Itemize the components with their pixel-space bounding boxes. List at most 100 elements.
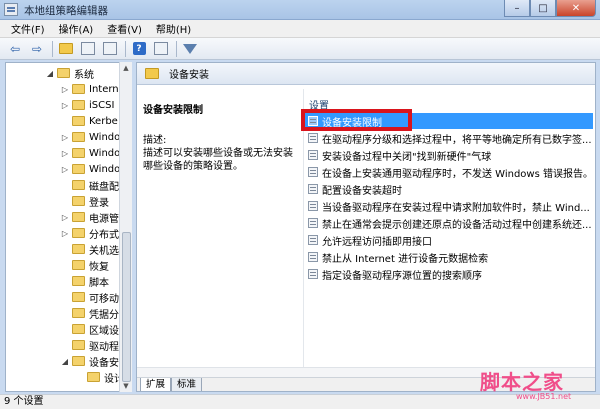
tree-item[interactable]: ▷ Windo: [61, 145, 120, 161]
tree-item-label: 电源管: [89, 213, 119, 225]
show-hide-tree-icon[interactable]: [79, 41, 97, 57]
folder-icon: [72, 132, 85, 142]
setting-row[interactable]: 配置设备安装超时: [305, 181, 593, 197]
help-icon[interactable]: ?: [130, 41, 148, 57]
tree-item-label: 可移动: [89, 293, 119, 305]
tab-standard[interactable]: 标准: [171, 378, 203, 391]
tree-item[interactable]: ▷ Windo: [61, 129, 120, 145]
toolbar-separator: [176, 40, 177, 57]
tree-item[interactable]: ▷ 分布式: [61, 225, 119, 241]
forward-arrow-icon[interactable]: ⇨: [28, 41, 46, 57]
tree-item[interactable]: 登录: [61, 193, 109, 209]
up-folder-icon[interactable]: [57, 41, 75, 57]
expand-arrow-icon[interactable]: ▷: [61, 101, 69, 110]
scroll-up-icon[interactable]: ▲: [120, 62, 132, 74]
folder-icon: [72, 164, 85, 174]
scroll-down-icon[interactable]: ▼: [120, 380, 132, 392]
column-divider: [303, 89, 304, 379]
tree-item[interactable]: 凭据分: [61, 305, 119, 321]
tree-item-label: 分布式: [89, 229, 119, 241]
minimize-button[interactable]: –: [504, 0, 530, 17]
tree-item[interactable]: 可移动: [61, 289, 119, 305]
tree-item-label: 登录: [89, 197, 109, 209]
setting-row[interactable]: 指定设备驱动程序源位置的搜索顺序: [305, 266, 593, 282]
setting-row[interactable]: 在驱动程序分级和选择过程中，将平等地确定所有已数字签...: [305, 130, 593, 146]
tree-item[interactable]: 关机选: [61, 241, 119, 257]
watermark-title: 脚本之家: [480, 370, 564, 394]
tree-pane: ◢ 系统 ▷ Intern ▷ iSCSI Kerbe ▷ Windo ▷ Wi…: [5, 62, 132, 392]
setting-row[interactable]: 安装设备过程中关闭"找到新硬件"气球: [305, 147, 593, 163]
tree-item-system[interactable]: ◢ 系统: [46, 65, 94, 81]
setting-row[interactable]: 禁止在通常会提示创建还原点的设备活动过程中创建系统还...: [305, 215, 593, 231]
properties-icon[interactable]: [152, 41, 170, 57]
setting-row[interactable]: 允许远程访问插即用接口: [305, 232, 593, 248]
policy-setting-icon: [308, 201, 318, 211]
expand-arrow-icon[interactable]: ▷: [61, 229, 69, 238]
menu-view[interactable]: 查看(V): [100, 21, 149, 36]
tab-extended[interactable]: 扩展: [140, 378, 172, 391]
setting-label: 配置设备安装超时: [322, 185, 402, 197]
setting-label: 在设备上安装通用驱动程序时，不发送 Windows 错误报告。: [322, 168, 593, 180]
tree-item[interactable]: 磁盘配: [61, 177, 119, 193]
tree-item-label: 恢复: [89, 261, 109, 273]
back-arrow-icon[interactable]: ⇦: [6, 41, 24, 57]
menu-file[interactable]: 文件(F): [4, 21, 52, 36]
policy-setting-icon: [308, 184, 318, 194]
details-header: 设备安装: [137, 63, 595, 85]
close-button[interactable]: ✕: [556, 0, 596, 17]
policy-setting-icon: [308, 218, 318, 228]
expand-arrow-icon[interactable]: ▷: [61, 213, 69, 222]
maximize-button[interactable]: □: [530, 0, 556, 17]
expand-arrow-icon[interactable]: ◢: [46, 69, 54, 78]
folder-icon: [72, 276, 85, 286]
tree-item[interactable]: ▷ Intern: [61, 81, 119, 97]
details-pane: 设备安装 设备安装限制 描述: 描述可以安装哪些设备或无法安装哪些设备的策略设置…: [136, 62, 596, 392]
policy-setting-icon: [308, 252, 318, 262]
description-title: 设备安装限制: [143, 105, 203, 116]
tree-item[interactable]: 驱动程: [61, 337, 119, 353]
toolbar: ⇦ ⇨ ?: [0, 38, 600, 60]
export-list-icon[interactable]: [101, 41, 119, 57]
setting-label: 指定设备驱动程序源位置的搜索顺序: [322, 270, 482, 282]
setting-row[interactable]: 当设备驱动程序在安装过程中请求附加软件时，禁止 Wind...: [305, 198, 593, 214]
tree-item[interactable]: 设计: [76, 369, 124, 385]
tree-item[interactable]: 区域设: [61, 321, 119, 337]
tree-item[interactable]: ▷ iSCSI: [61, 97, 114, 113]
folder-icon: [57, 68, 70, 78]
tree-item[interactable]: ▷ Windo: [61, 161, 120, 177]
expand-arrow-icon[interactable]: ◢: [61, 357, 69, 366]
scrollbar-thumb[interactable]: [122, 232, 131, 382]
setting-label: 允许远程访问插即用接口: [322, 236, 432, 248]
expand-arrow-icon[interactable]: ▷: [61, 149, 69, 158]
tree-item[interactable]: 脚本: [61, 273, 109, 289]
folder-icon: [72, 116, 85, 126]
folder-icon: [72, 148, 85, 158]
menu-help[interactable]: 帮助(H): [149, 21, 198, 36]
setting-row[interactable]: 在设备上安装通用驱动程序时，不发送 Windows 错误报告。: [305, 164, 593, 180]
tree-item-label: 凭据分: [89, 309, 119, 321]
setting-label: 禁止在通常会提示创建还原点的设备活动过程中创建系统还...: [322, 219, 592, 231]
tree-item[interactable]: Kerbe: [61, 113, 118, 129]
tree-item-label: 磁盘配: [89, 181, 119, 193]
tree-item-label: iSCSI: [89, 99, 115, 111]
folder-icon: [72, 260, 85, 270]
folder-icon: [72, 84, 85, 94]
expand-arrow-icon[interactable]: ▷: [61, 165, 69, 174]
menu-action[interactable]: 操作(A): [52, 21, 101, 36]
expand-arrow-icon[interactable]: ▷: [61, 85, 69, 94]
filter-icon[interactable]: [181, 41, 199, 57]
watermark-logo: 脚本之家 www.JB51.net: [480, 366, 598, 406]
tree-item-label: 脚本: [89, 277, 109, 289]
policy-setting-icon: [308, 150, 318, 160]
tree-item[interactable]: ▷ 电源管: [61, 209, 119, 225]
tree-item-device-install[interactable]: ◢ 设备安: [61, 353, 119, 369]
tree-item-label: 区域设: [89, 325, 119, 337]
expand-arrow-icon[interactable]: ▷: [61, 133, 69, 142]
folder-icon: [72, 212, 85, 222]
tree-item-label: 设备安: [89, 357, 119, 369]
tree-item[interactable]: 恢复: [61, 257, 109, 273]
setting-row[interactable]: 禁止从 Internet 进行设备元数据检索: [305, 249, 593, 265]
window-title: 本地组策略编辑器: [24, 5, 108, 17]
details-title: 设备安装: [169, 70, 209, 81]
tree-scrollbar[interactable]: ▲ ▼: [119, 62, 132, 392]
